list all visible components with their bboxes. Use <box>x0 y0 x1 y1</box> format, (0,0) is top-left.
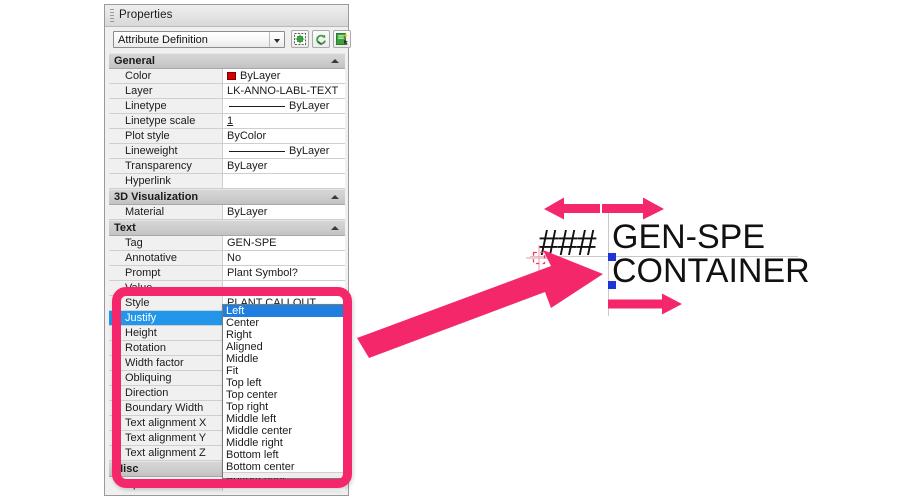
property-row-lineweight[interactable]: Lineweight ByLayer <box>109 144 345 159</box>
property-key-label: Material <box>125 206 165 218</box>
palette-title-bar: Properties <box>105 5 348 27</box>
property-key-label: Annotative <box>125 252 177 264</box>
property-value-text: ByLayer <box>227 160 268 172</box>
property-row-hyperlink[interactable]: Hyperlink <box>109 174 345 189</box>
palette-toolbar: Attribute Definition <box>105 27 351 51</box>
quick-select-button[interactable] <box>333 30 351 48</box>
property-value-text: ByColor <box>227 130 267 142</box>
property-key-cell: Layer <box>109 84 223 98</box>
property-key-cell: Material <box>109 205 223 219</box>
category-header-3d-visualization[interactable]: 3D Visualization <box>109 189 345 205</box>
property-value-cell[interactable]: Plant Symbol? <box>223 266 345 280</box>
property-value-cell[interactable]: 1 <box>223 114 345 128</box>
property-value-cell[interactable]: ByLayer <box>223 144 345 158</box>
property-value-text: ByLayer <box>240 70 281 82</box>
property-key-cell: Annotative <box>109 251 223 265</box>
property-value-text: 1 <box>227 115 234 127</box>
property-row-layer[interactable]: Layer LK-ANNO-LABL-TEXT <box>109 84 345 99</box>
object-type-combo-arrow[interactable] <box>269 32 284 47</box>
chevron-down-icon <box>274 38 280 43</box>
property-key-label: Layer <box>125 85 153 97</box>
property-key-cell: Hyperlink <box>109 174 223 188</box>
annotation-highlight-rect <box>112 287 352 488</box>
property-value-cell[interactable]: LK-ANNO-LABL-TEXT <box>223 84 345 98</box>
property-value-text: Plant Symbol? <box>227 267 298 279</box>
property-key-cell: Transparency <box>109 159 223 173</box>
linetype-preview-line <box>229 151 285 152</box>
grip-point-upper[interactable] <box>608 253 616 261</box>
category-label: General <box>114 55 155 67</box>
annotation-arrow-big-diagonal <box>357 250 603 358</box>
annotation-arrow-bottom-right <box>608 293 682 315</box>
category-header-text[interactable]: Text <box>109 220 345 236</box>
property-value-text: ByLayer <box>227 206 268 218</box>
select-object-icon <box>294 33 306 45</box>
cycling-select-icon <box>316 34 326 46</box>
category-header-general[interactable]: General <box>109 53 345 69</box>
annotation-arrow-left <box>544 197 600 220</box>
object-type-combo[interactable]: Attribute Definition <box>113 31 285 48</box>
object-type-value: Attribute Definition <box>118 34 208 46</box>
property-value-cell[interactable]: ByLayer <box>223 69 345 83</box>
property-key-label: Prompt <box>125 267 161 279</box>
property-key-cell: Prompt <box>109 266 223 280</box>
property-value-text: GEN-SPE <box>227 237 277 249</box>
property-row-linetype[interactable]: Linetype ByLayer <box>109 99 345 114</box>
attribute-text-line-2: CONTAINER <box>612 252 810 290</box>
property-key-label: Plot style <box>125 130 170 142</box>
property-value-cell[interactable]: ByColor <box>223 129 345 143</box>
property-row-transparency[interactable]: Transparency ByLayer <box>109 159 345 174</box>
property-key-label: Tag <box>125 237 143 249</box>
property-value-text: No <box>227 252 242 264</box>
property-key-label: Linetype scale <box>125 115 196 127</box>
property-key-label: Linetype <box>125 100 167 112</box>
triangle-up-icon[interactable] <box>331 195 339 199</box>
property-key-label: Color <box>125 70 152 82</box>
property-key-cell: Color <box>109 69 223 83</box>
property-value-text: ByLayer <box>289 100 330 112</box>
property-key-label: Hyperlink <box>125 175 171 187</box>
property-value-text: LK-ANNO-LABL-TEXT <box>227 85 339 97</box>
property-value-cell[interactable]: ByLayer <box>223 205 345 219</box>
property-row-color[interactable]: Color ByLayer <box>109 69 345 84</box>
property-key-cell: Tag <box>109 236 223 250</box>
property-key-cell: Plot style <box>109 129 223 143</box>
triangle-up-icon[interactable] <box>331 226 339 230</box>
property-key-label: Lineweight <box>125 145 178 157</box>
category-label: 3D Visualization <box>114 191 199 203</box>
quick-select-icon <box>336 33 348 45</box>
toggle-pickadd-button[interactable] <box>291 30 309 48</box>
grip-point-lower[interactable] <box>608 281 616 289</box>
color-swatch <box>227 72 236 80</box>
property-value-text: ByLayer <box>289 145 330 157</box>
property-value-cell[interactable] <box>223 174 345 188</box>
linetype-preview-line <box>229 106 285 107</box>
property-row-material[interactable]: Material ByLayer <box>109 205 345 220</box>
palette-drag-grip[interactable] <box>110 9 114 22</box>
triangle-up-icon[interactable] <box>331 59 339 63</box>
property-row-prompt[interactable]: Prompt Plant Symbol? <box>109 266 345 281</box>
select-objects-button[interactable] <box>312 30 330 48</box>
property-row-tag[interactable]: Tag GEN-SPE <box>109 236 345 251</box>
property-key-label: Transparency <box>125 160 192 172</box>
category-label: Text <box>114 222 136 234</box>
property-key-cell: Linetype <box>109 99 223 113</box>
property-row-plot-style[interactable]: Plot style ByColor <box>109 129 345 144</box>
property-value-cell[interactable]: No <box>223 251 345 265</box>
annotation-arrow-top-right <box>602 197 664 220</box>
property-key-cell: Linetype scale <box>109 114 223 128</box>
property-value-cell[interactable]: GEN-SPE <box>223 236 345 250</box>
property-value-cell[interactable]: ByLayer <box>223 159 345 173</box>
palette-title: Properties <box>119 9 173 21</box>
property-value-cell[interactable]: ByLayer <box>223 99 345 113</box>
property-row-linetype-scale[interactable]: Linetype scale 1 <box>109 114 345 129</box>
property-key-cell: Lineweight <box>109 144 223 158</box>
property-row-annotative[interactable]: Annotative No <box>109 251 345 266</box>
